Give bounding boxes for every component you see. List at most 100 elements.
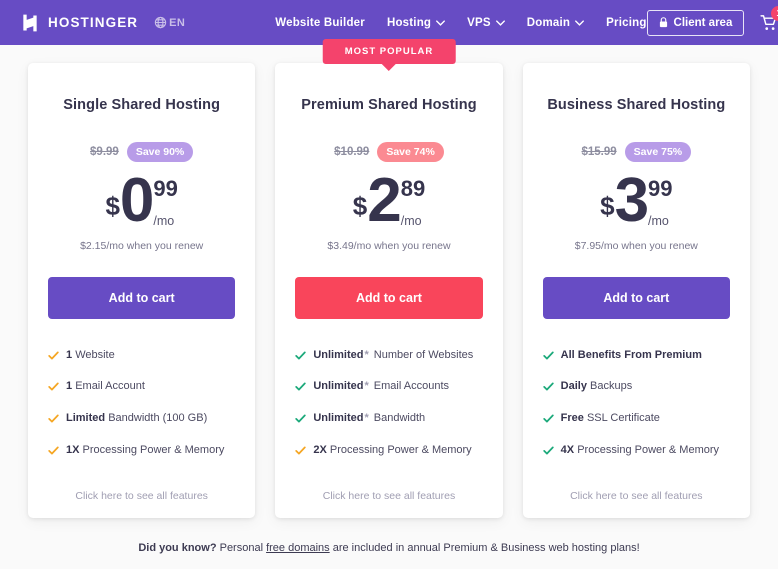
brand-logo[interactable]: HOSTINGER	[20, 13, 138, 33]
plan-cents: 99	[153, 176, 178, 201]
client-area-button[interactable]: Client area	[646, 9, 745, 36]
see-all-features-link[interactable]: Click here to see all features	[48, 476, 235, 502]
check-icon	[542, 351, 554, 360]
nav-label: Hosting	[386, 16, 432, 29]
plan-discount-row: $10.99 Save 74%	[295, 142, 482, 162]
check-icon	[295, 351, 307, 360]
check-icon	[48, 382, 59, 391]
nav-item-domain[interactable]: Domain	[526, 16, 585, 29]
nav-item-hosting[interactable]: Hosting	[386, 16, 446, 29]
plan-features: 1 Website 1 Email Account Limited Bandwi…	[48, 349, 235, 476]
plan-card-premium-shared-hosting[interactable]: MOST POPULAR Premium Shared Hosting $10.…	[275, 39, 503, 518]
feature-highlight: Free	[560, 412, 584, 425]
plan-amount: 3	[614, 166, 650, 235]
see-all-features-link[interactable]: Click here to see all features	[543, 476, 730, 502]
feature-highlight: All Benefits From Premium	[560, 348, 702, 361]
footer-note: Did you know? Personal free domains are …	[0, 542, 778, 554]
feature-item: Unlimited* Number of Websites	[295, 349, 482, 363]
plan-currency: $	[600, 191, 615, 221]
feature-text: SSL Certificate	[586, 412, 660, 425]
plan-save-badge: Save 74%	[377, 142, 444, 162]
feature-text: Backups	[590, 380, 633, 393]
nav-label: Website Builder	[275, 16, 365, 29]
feature-highlight: Limited	[66, 412, 106, 425]
feature-text: Bandwidth	[373, 412, 426, 425]
nav-label: Domain	[526, 16, 571, 29]
plan-amount: 2	[367, 166, 402, 235]
see-all-features-link[interactable]: Click here to see all features	[295, 476, 482, 502]
most-popular-badge: MOST POPULAR	[322, 39, 456, 64]
feature-highlight: Daily	[560, 380, 587, 393]
plan-amount: 0	[119, 166, 155, 235]
feature-item: Limited Bandwidth (100 GB)	[48, 412, 235, 426]
check-icon	[542, 414, 554, 423]
plan-card-single-shared-hosting[interactable]: Single Shared Hosting $9.99 Save 90% $ 0…	[28, 63, 256, 518]
feature-text: Processing Power & Memory	[82, 443, 225, 456]
plan-price: $ 2 89 /mo	[295, 166, 482, 235]
check-icon	[295, 446, 307, 455]
client-area-label: Client area	[673, 16, 733, 29]
feature-text: Website	[75, 348, 115, 361]
plan-period: /mo	[400, 214, 422, 228]
plan-renew-note: $7.95/mo when you renew	[574, 239, 698, 252]
plan-save-badge: Save 75%	[624, 142, 692, 162]
asterisk-marker: *	[364, 348, 369, 361]
add-to-cart-button[interactable]: Add to cart	[542, 276, 730, 319]
feature-item: Unlimited* Email Accounts	[295, 380, 482, 394]
check-icon	[542, 382, 554, 391]
feature-item: 2X Processing Power & Memory	[295, 444, 482, 458]
feature-highlight: Unlimited	[313, 380, 364, 393]
nav-item-vps[interactable]: VPS	[467, 17, 505, 29]
plan-period: /mo	[153, 214, 175, 228]
feature-item: 1 Website	[48, 349, 235, 363]
nav-item-website-builder[interactable]: Website Builder	[275, 17, 365, 29]
footer-after-link: are included in annual Premium & Busines…	[329, 542, 640, 554]
plan-currency: $	[105, 191, 120, 221]
feature-highlight: Unlimited	[313, 348, 364, 361]
feature-item: 1 Email Account	[48, 380, 235, 394]
plan-old-price: $9.99	[90, 146, 119, 158]
cart-button[interactable]: 1	[758, 5, 778, 34]
nav-label: Pricing	[606, 16, 647, 29]
feature-item: Free SSL Certificate	[542, 412, 730, 426]
pricing-cards: Single Shared Hosting $9.99 Save 90% $ 0…	[0, 39, 778, 518]
feature-text: Email Accounts	[373, 380, 449, 393]
chevron-down-icon	[436, 19, 446, 26]
feature-highlight: Unlimited	[313, 412, 364, 425]
feature-item: Unlimited* Bandwidth	[295, 412, 482, 426]
plan-cents: 99	[648, 176, 673, 201]
feature-highlight: 2X	[313, 443, 327, 456]
plan-old-price: $10.99	[334, 146, 370, 158]
brand-name: HOSTINGER	[48, 15, 139, 30]
plan-title: Business Shared Hosting	[547, 97, 726, 113]
feature-item: Daily Backups	[542, 380, 730, 394]
nav-item-pricing[interactable]: Pricing	[606, 17, 646, 29]
plan-discount-row: $15.99 Save 75%	[543, 142, 730, 162]
main-nav: Website Builder Hosting VPS Domain Prici…	[275, 17, 646, 29]
feature-text: Email Account	[75, 380, 145, 393]
check-icon	[48, 446, 59, 455]
feature-item: All Benefits From Premium	[542, 348, 730, 363]
feature-highlight: 1	[66, 348, 73, 361]
check-icon	[48, 414, 59, 423]
language-selector[interactable]: EN	[154, 16, 185, 29]
plan-price: $ 0 99 /mo	[48, 166, 235, 235]
plan-renew-note: $3.49/mo when you renew	[327, 239, 451, 252]
plan-title: Single Shared Hosting	[63, 97, 221, 113]
add-to-cart-button[interactable]: Add to cart	[48, 276, 236, 319]
plan-renew-note: $2.15/mo when you renew	[80, 239, 204, 252]
feature-highlight: 1	[66, 380, 73, 393]
plan-currency: $	[352, 191, 368, 221]
cart-badge: 1	[771, 5, 778, 21]
plan-card-business-shared-hosting[interactable]: Business Shared Hosting $15.99 Save 75% …	[522, 63, 750, 518]
feature-item: 1X Processing Power & Memory	[48, 444, 235, 458]
hostinger-h-logo-icon	[23, 14, 37, 31]
add-to-cart-button[interactable]: Add to cart	[295, 276, 483, 319]
lock-icon	[659, 17, 667, 28]
asterisk-marker: *	[364, 380, 369, 393]
free-domains-link[interactable]: free domains	[266, 542, 330, 554]
feature-text: Bandwidth (100 GB)	[108, 412, 208, 425]
plan-save-badge: Save 90%	[126, 142, 194, 162]
plan-period: /mo	[648, 214, 669, 228]
check-icon	[295, 414, 307, 423]
